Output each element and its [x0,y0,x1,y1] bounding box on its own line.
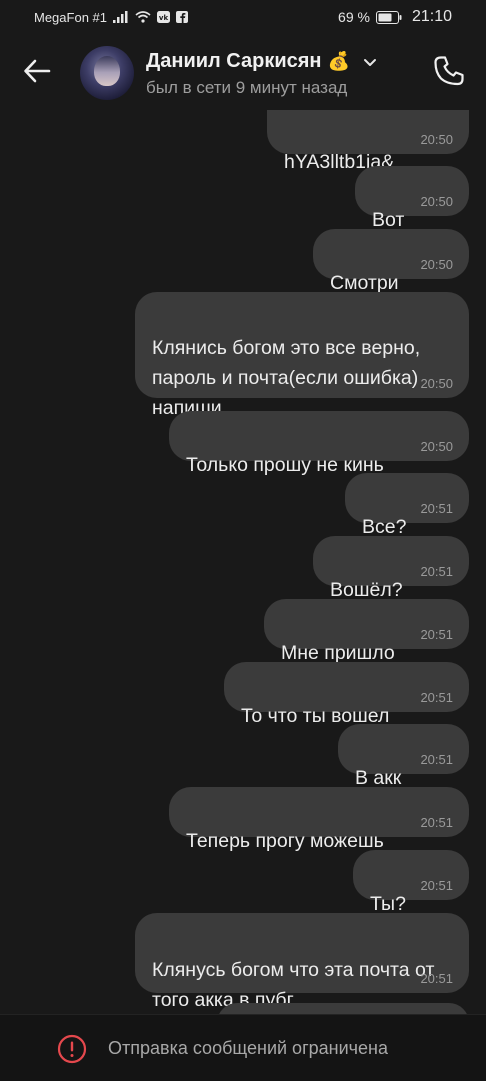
svg-text:vk: vk [159,14,169,22]
status-bar-right: 69 % 21:10 [338,8,452,26]
vk-icon: vk [157,11,170,23]
message-bubble[interactable]: Вошёл? 20:51 [313,536,469,601]
message-text: Теперь прогу можешь [186,830,384,852]
message-bubble-partial[interactable] [217,1003,469,1014]
message-bubble[interactable]: Мне пришло 20:51 [264,599,469,664]
chat-header: Даниил Саркисян 💰 был в сети 9 минут наз… [0,34,486,112]
status-clock: 21:10 [411,8,452,25]
message-time: 20:51 [420,971,453,986]
battery-icon [375,10,402,24]
message-text: Вошёл? [330,579,403,601]
chevron-down-icon[interactable] [362,54,378,70]
message-time: 20:51 [420,627,453,642]
message-bubble[interactable]: То что ты вошел 20:51 [224,662,469,727]
status-bar-left: MegaFon #1 vk [34,10,188,25]
message-text: Клянись богом это все верно, пароль и по… [152,337,421,419]
message-time: 20:51 [420,878,453,893]
message-bubble[interactable]: Только прошу не кинь 20:50 [169,411,469,476]
money-bag-icon: 💰 [327,51,350,71]
avatar[interactable] [80,46,134,100]
last-seen-status: был в сети 9 минут назад [146,78,348,97]
avatar-photo [94,56,120,86]
message-bubble[interactable]: Теперь прогу можешь 20:51 [169,787,469,852]
contact-name-row[interactable]: Даниил Саркисян 💰 [146,50,378,73]
warning-icon [57,1034,87,1064]
message-text: Вот [372,209,405,231]
wifi-icon [135,11,151,23]
message-bubble[interactable]: Клянись богом это все верно, пароль и по… [135,292,469,419]
message-text: Смотри [330,272,399,294]
message-time: 20:50 [420,439,453,454]
message-restriction-bar: Отправка сообщений ограничена [0,1014,486,1081]
message-bubble[interactable]: hYA3lltb1ia& 20:50 [267,110,469,173]
message-text: Только прошу не кинь [186,454,384,476]
phone-call-icon[interactable] [432,54,466,88]
message-text: Ты? [370,893,406,915]
message-time: 20:51 [420,690,453,705]
contact-name: Даниил Саркисян [146,50,322,72]
message-bubble[interactable]: Все? 20:51 [345,473,469,538]
message-time: 20:50 [420,376,453,391]
message-time: 20:51 [420,564,453,579]
message-time: 20:50 [420,194,453,209]
carrier-label: MegaFon #1 [34,9,107,25]
message-time: 20:50 [420,132,453,147]
message-bubble[interactable]: Клянусь богом что эта почта от того акка… [135,913,469,1011]
battery-percent: 69 % [338,9,370,25]
facebook-icon [176,11,188,23]
message-bubble[interactable]: Вот 20:50 [355,166,469,231]
message-text: В акк [355,767,402,789]
message-bubble[interactable]: В акк 20:51 [338,724,469,789]
message-time: 20:50 [420,257,453,272]
back-arrow-icon[interactable] [22,56,52,86]
message-bubble[interactable]: Ты? 20:51 [353,850,469,915]
restriction-text: Отправка сообщений ограничена [108,1038,388,1058]
message-time: 20:51 [420,815,453,830]
message-text: Все? [362,516,407,538]
signal-icon [113,11,128,23]
message-time: 20:51 [420,752,453,767]
message-list[interactable]: hYA3lltb1ia& 20:50 Вот 20:50 Смотри 20:5… [0,108,486,1014]
message-time: 20:51 [420,501,453,516]
message-bubble[interactable]: Смотри 20:50 [313,229,469,294]
status-bar: MegaFon #1 vk 69 % 21:10 [0,0,486,34]
message-text: Мне пришло [281,642,395,664]
